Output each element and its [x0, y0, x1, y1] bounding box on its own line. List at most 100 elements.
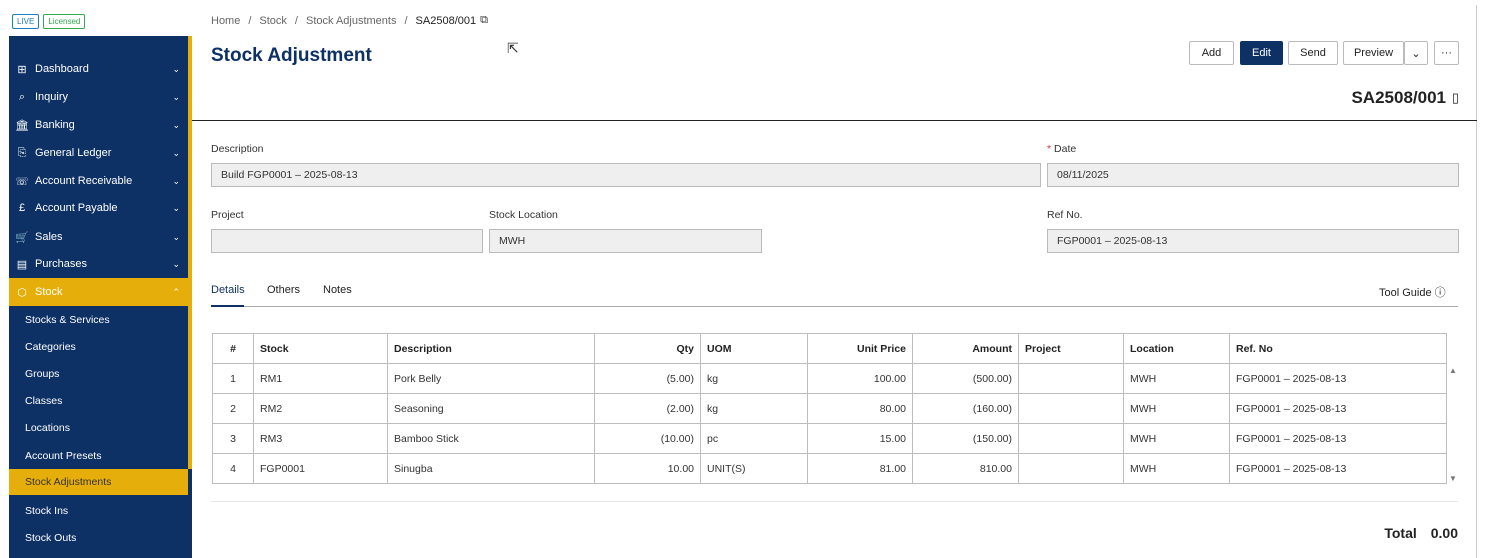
sidebar-item-label: Account Payable	[35, 202, 118, 214]
ref-no-label: Ref No.	[1047, 209, 1083, 221]
bank-icon: 🏛	[15, 119, 29, 132]
sidebar-item-sales[interactable]: 🛒 Sales ⌄	[9, 225, 188, 249]
sidebar-sub-stocks-services[interactable]: Stocks & Services	[9, 308, 188, 332]
header-divider	[192, 120, 1477, 121]
cell-unit-price: 15.00	[807, 423, 913, 454]
cell-project	[1018, 393, 1124, 424]
table-row[interactable]: 4 FGP0001 Sinugba 10.00 UNIT(S) 81.00 81…	[212, 453, 1447, 484]
column-header-unit-price: Unit Price	[807, 333, 913, 364]
sidebar-item-label: Account Receivable	[35, 175, 133, 187]
scroll-up-arrow-icon[interactable]: ▲	[1449, 366, 1457, 375]
sidebar-sub-groups[interactable]: Groups	[9, 362, 188, 386]
cell-stock: RM3	[253, 423, 388, 454]
total-value: 0.00	[1430, 525, 1458, 541]
column-header-project: Project	[1018, 333, 1124, 364]
cell-uom: kg	[700, 393, 808, 424]
sidebar-item-account-payable[interactable]: £ Account Payable ⌄	[9, 196, 188, 220]
sidebar-active-bar	[188, 36, 192, 469]
cell-ref-no: FGP0001 – 2025-08-13	[1229, 423, 1447, 454]
cell-unit-price: 81.00	[807, 453, 913, 484]
scroll-down-arrow-icon[interactable]: ▼	[1449, 474, 1457, 483]
preview-dropdown-button[interactable]: ⌄	[1404, 41, 1428, 65]
mouse-cursor-icon: ⇱	[507, 40, 519, 56]
preview-button[interactable]: Preview	[1343, 41, 1404, 65]
send-button[interactable]: Send	[1288, 41, 1338, 65]
cell-project	[1018, 423, 1124, 454]
table-row[interactable]: 1 RM1 Pork Belly (5.00) kg 100.00 (500.0…	[212, 363, 1447, 394]
cell-location: MWH	[1123, 393, 1230, 424]
column-header-stock: Stock	[253, 333, 388, 364]
copy-icon[interactable]: ⧉	[480, 14, 488, 27]
sidebar-sub-account-presets[interactable]: Account Presets	[9, 444, 188, 468]
cell-stock: RM1	[253, 363, 388, 394]
sidebar-item-general-ledger[interactable]: ⎘ General Ledger ⌄	[9, 141, 188, 165]
cell-ref-no: FGP0001 – 2025-08-13	[1229, 453, 1447, 484]
sidebar: ⊞ Dashboard ⌄ ⌕ Inquiry ⌄ 🏛 Banking ⌄ ⎘ General…	[9, 36, 192, 558]
sidebar-item-banking[interactable]: 🏛 Banking ⌄	[9, 113, 188, 137]
cell-stock: RM2	[253, 393, 388, 424]
sidebar-item-label: Sales	[35, 231, 63, 243]
sidebar-item-stock[interactable]: ⬡ Stock ⌃	[9, 278, 188, 306]
breadcrumb-stock[interactable]: Stock	[259, 15, 287, 27]
edit-button[interactable]: Edit	[1240, 41, 1283, 65]
breadcrumb-current: SA2508/001	[415, 14, 477, 27]
cell-qty: (5.00)	[594, 363, 701, 394]
cell-number: 1	[212, 363, 254, 394]
column-header-location: Location	[1123, 333, 1230, 364]
licensed-badge: Licensed	[43, 13, 86, 29]
breadcrumb: Home / Stock / Stock Adjustments / SA250…	[211, 14, 488, 27]
breadcrumb-stock-adjustments[interactable]: Stock Adjustments	[306, 15, 397, 27]
date-field[interactable]: 08/11/2025	[1047, 163, 1459, 187]
sidebar-sub-stock-adjustments[interactable]: Stock Adjustments	[9, 469, 188, 495]
cell-qty: (2.00)	[594, 393, 701, 424]
cell-ref-no: FGP0001 – 2025-08-13	[1229, 363, 1447, 394]
bookmark-icon[interactable]: ▯	[1452, 90, 1459, 106]
table-row[interactable]: 2 RM2 Seasoning (2.00) kg 80.00 (160.00)…	[212, 393, 1447, 424]
sidebar-sub-stock-ins[interactable]: Stock Ins	[9, 499, 188, 523]
footer-divider	[211, 501, 1458, 502]
sidebar-sub-classes[interactable]: Classes	[9, 389, 188, 413]
sidebar-item-purchases[interactable]: ▤ Purchases ⌄	[9, 252, 188, 276]
page-title: Stock Adjustment	[211, 45, 372, 66]
sidebar-item-label: Stock	[35, 286, 63, 298]
cell-amount: 810.00	[912, 453, 1019, 484]
tab-divider	[211, 306, 1458, 307]
sidebar-sub-locations[interactable]: Locations	[9, 416, 188, 440]
tab-notes[interactable]: Notes	[323, 284, 352, 296]
cell-uom: pc	[700, 423, 808, 454]
cell-location: MWH	[1123, 363, 1230, 394]
ref-no-field[interactable]: FGP0001 – 2025-08-13	[1047, 229, 1459, 253]
cell-stock: FGP0001	[253, 453, 388, 484]
more-button[interactable]: ···	[1434, 41, 1459, 65]
table-row[interactable]: 3 RM3 Bamboo Stick (10.00) pc 15.00 (150…	[212, 423, 1447, 454]
description-field[interactable]: Build FGP0001 – 2025-08-13	[211, 163, 1041, 187]
cell-qty: 10.00	[594, 453, 701, 484]
breadcrumb-separator: /	[294, 14, 298, 27]
sidebar-sub-categories[interactable]: Categories	[9, 335, 188, 359]
chevron-down-icon: ⌄	[172, 175, 180, 186]
tool-guide-link[interactable]: Tool Guide ⓘ	[1379, 284, 1446, 300]
stock-location-field[interactable]: MWH	[489, 229, 762, 253]
project-field[interactable]	[211, 229, 483, 253]
cell-project	[1018, 363, 1124, 394]
add-button[interactable]: Add	[1189, 41, 1234, 65]
sidebar-item-inquiry[interactable]: ⌕ Inquiry ⌄	[9, 85, 188, 109]
dashboard-icon: ⊞	[17, 63, 27, 76]
column-header-ref-no: Ref. No	[1229, 333, 1447, 364]
sidebar-sub-stock-outs[interactable]: Stock Outs	[9, 526, 188, 550]
box-icon: ⬡	[17, 286, 27, 299]
cell-uom: UNIT(S)	[700, 453, 808, 484]
cell-number: 4	[212, 453, 254, 484]
sidebar-item-label: General Ledger	[35, 147, 112, 159]
tab-others[interactable]: Others	[267, 284, 300, 296]
document-number: SA2508/001	[1351, 88, 1446, 107]
tab-active-indicator	[211, 305, 244, 307]
sidebar-item-dashboard[interactable]: ⊞ Dashboard ⌄	[9, 57, 188, 81]
column-header-number: #	[212, 333, 254, 364]
cell-location: MWH	[1123, 423, 1230, 454]
sidebar-item-account-receivable[interactable]: ☏ Account Receivable ⌄	[9, 169, 188, 193]
date-label: * Date	[1047, 143, 1076, 155]
tab-details[interactable]: Details	[211, 284, 245, 296]
cell-amount: (500.00)	[912, 363, 1019, 394]
breadcrumb-home[interactable]: Home	[211, 15, 240, 27]
